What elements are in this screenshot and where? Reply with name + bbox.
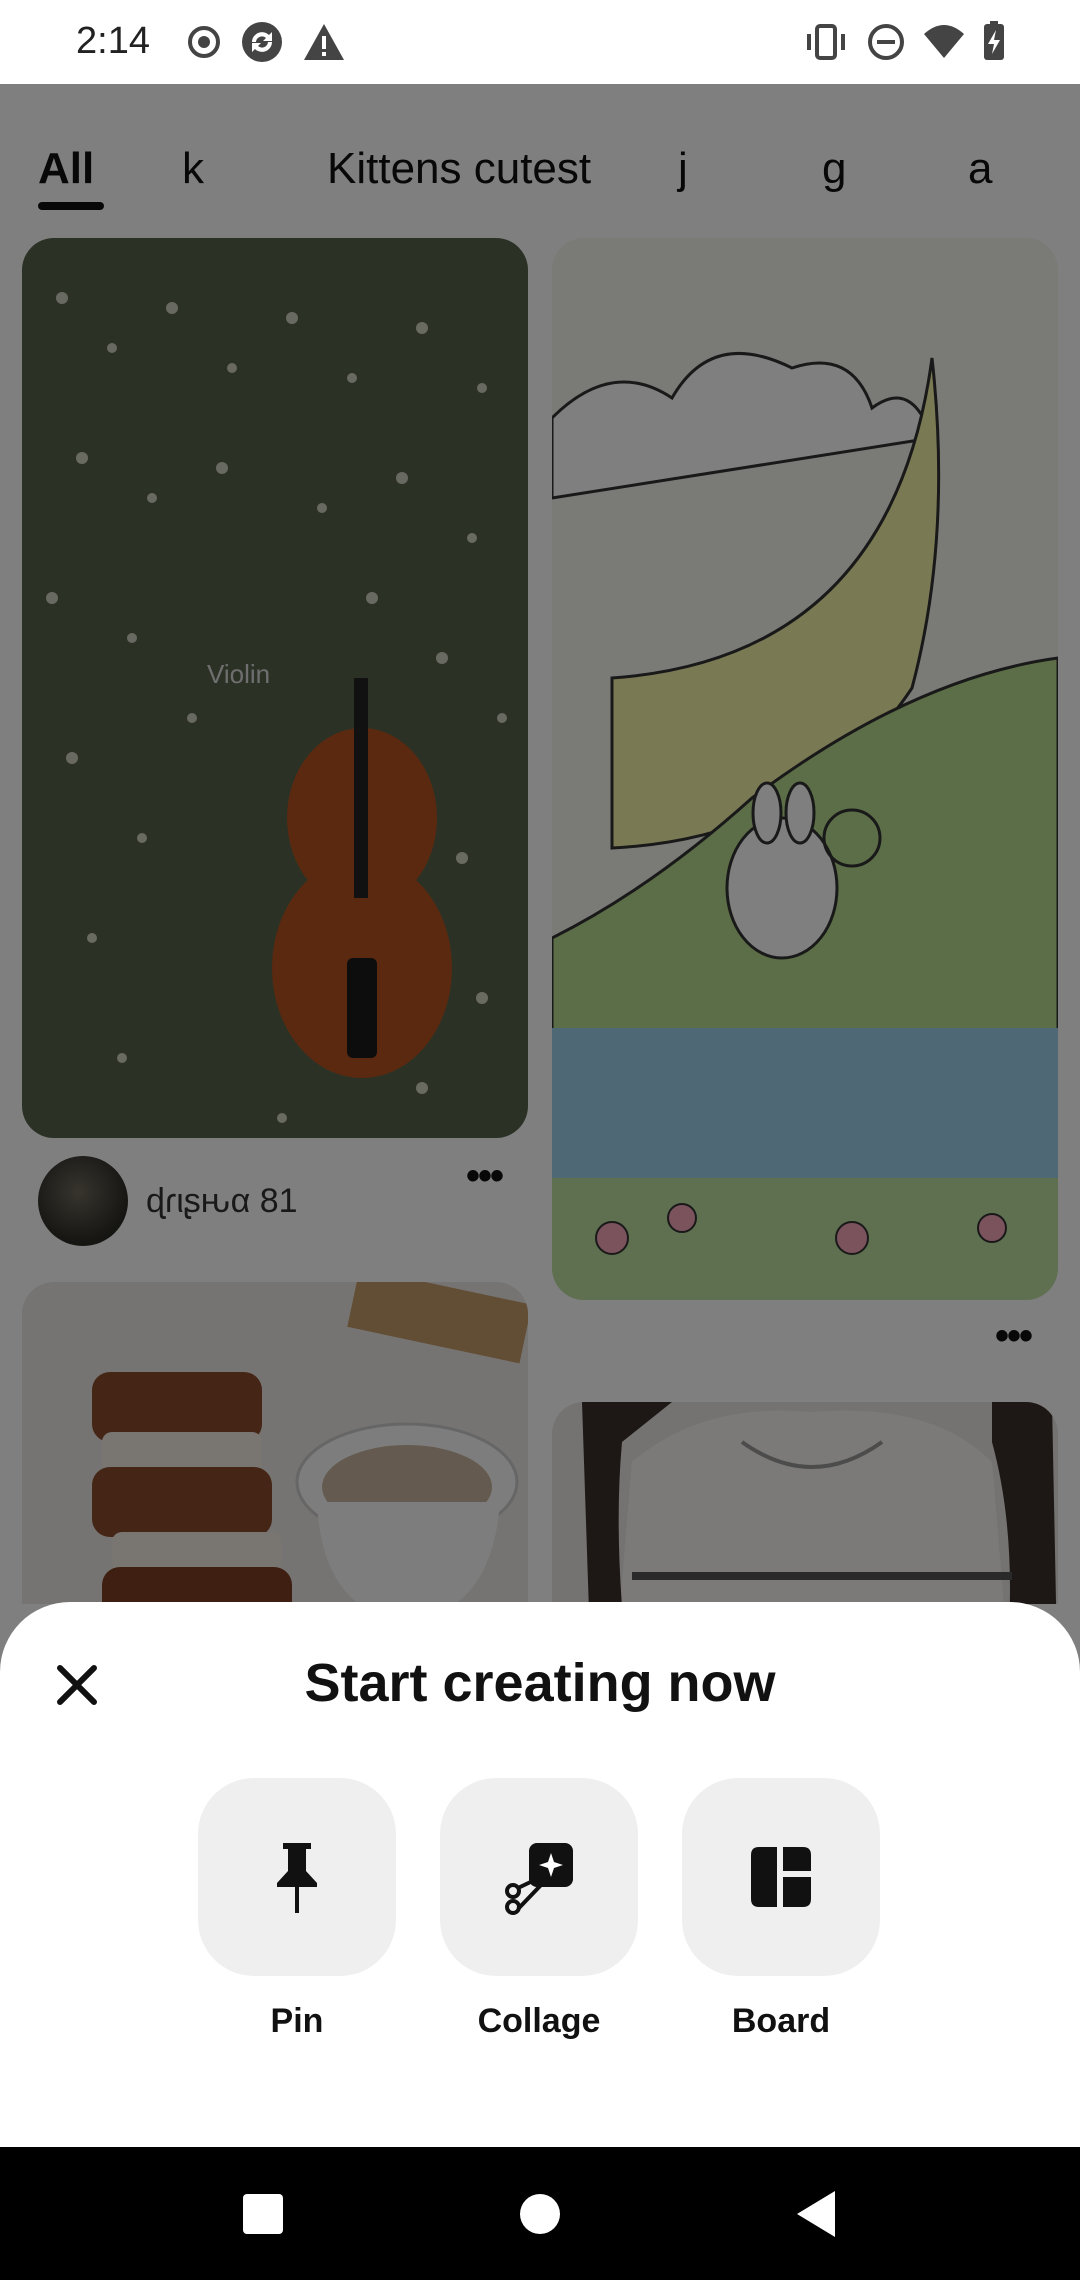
status-time: 2:14: [76, 20, 150, 62]
back-button[interactable]: [784, 2181, 850, 2247]
system-navigation-bar: [0, 2147, 1080, 2280]
home-button[interactable]: [507, 2181, 573, 2247]
recents-square-icon: [243, 2194, 283, 2234]
create-collage-button[interactable]: [440, 1778, 638, 1976]
pushpin-icon: [277, 1843, 317, 1913]
create-collage-option[interactable]: Collage: [440, 1778, 638, 2041]
vibrate-icon: [804, 20, 848, 64]
create-pin-option[interactable]: Pin: [198, 1778, 396, 2041]
record-icon: [182, 20, 226, 64]
sheet-title: Start creating now: [304, 1653, 776, 1713]
create-options: Pin Collage Board: [198, 1778, 924, 2041]
collage-scissors-icon: [505, 1843, 573, 1915]
status-bar: 2:14: [0, 0, 1080, 84]
battery-charging-icon: [972, 20, 1016, 64]
collage-label: Collage: [477, 2002, 601, 2040]
warning-icon: [302, 20, 346, 64]
back-triangle-icon: [797, 2191, 835, 2237]
create-board-option[interactable]: Board: [682, 1778, 880, 2041]
pin-label: Pin: [270, 2002, 324, 2040]
recents-button[interactable]: [230, 2181, 296, 2247]
wifi-icon: [922, 20, 966, 64]
sync-icon: [240, 20, 284, 64]
home-circle-icon: [520, 2194, 560, 2234]
do-not-disturb-icon: [864, 20, 908, 64]
board-label: Board: [731, 2002, 831, 2040]
create-board-button[interactable]: [682, 1778, 880, 1976]
board-layout-icon: [751, 1847, 811, 1907]
create-pin-button[interactable]: [198, 1778, 396, 1976]
create-bottom-sheet: Start creating now Pin Collage Board: [0, 1602, 1080, 2147]
